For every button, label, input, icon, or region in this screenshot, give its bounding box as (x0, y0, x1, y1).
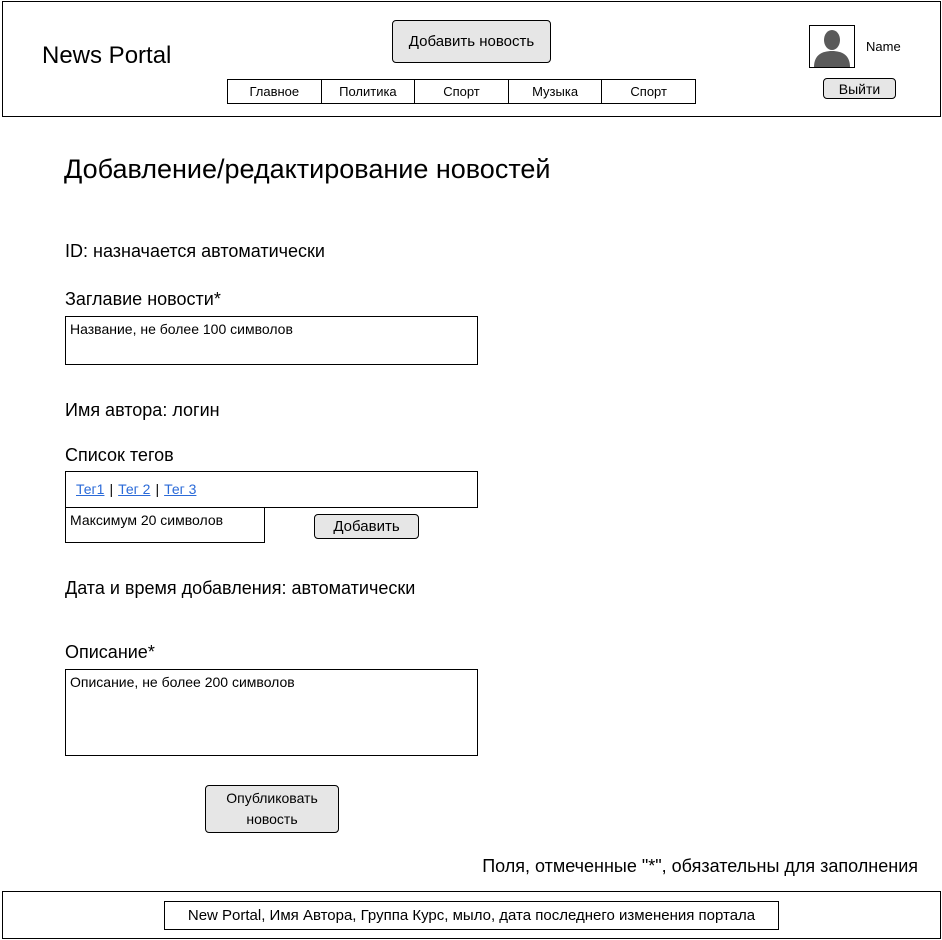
required-fields-note: Поля, отмеченные "*", обязательны для за… (482, 856, 918, 876)
nav-item-sport[interactable]: Спорт (415, 80, 509, 103)
title-input[interactable]: Название, не более 100 символов (65, 316, 478, 365)
user-avatar-icon[interactable] (809, 25, 855, 68)
add-tag-button[interactable]: Добавить (314, 514, 419, 539)
tag-link-3[interactable]: Тег 3 (164, 481, 196, 497)
author-label: Имя автора: логин (65, 400, 220, 420)
tags-list: Тег1 | Тег 2 | Тег 3 (65, 471, 478, 508)
tag-link-1[interactable]: Тег1 (76, 481, 104, 497)
footer-text: New Portal, Имя Автора, Группа Курс, мыл… (164, 901, 779, 930)
tag-link-2[interactable]: Тег 2 (118, 481, 150, 497)
description-label: Описание* (65, 642, 155, 662)
title-label: Заглавие новости* (65, 289, 221, 309)
page-title: Добавление/редактирование новостей (64, 154, 551, 184)
nav-item-sport-2[interactable]: Спорт (602, 80, 695, 103)
site-logo[interactable]: News Portal (42, 42, 171, 70)
nav-item-main[interactable]: Главное (228, 80, 322, 103)
tag-input[interactable]: Максимум 20 символов (65, 507, 265, 543)
logout-button[interactable]: Выйти (823, 78, 896, 99)
add-news-button[interactable]: Добавить новость (392, 20, 551, 63)
id-label: ID: назначается автоматически (65, 241, 325, 261)
publish-button-line2: новость (246, 811, 298, 827)
tag-separator: | (109, 481, 114, 497)
main-nav: Главное Политика Спорт Музыка Спорт (227, 79, 696, 104)
publish-button[interactable]: Опубликовать новость (205, 785, 339, 833)
tag-separator: | (155, 481, 160, 497)
date-label: Дата и время добавления: автоматически (65, 578, 416, 598)
tags-label: Список тегов (65, 445, 174, 465)
nav-item-politics[interactable]: Политика (322, 80, 416, 103)
description-input[interactable]: Описание, не более 200 символов (65, 669, 478, 756)
avatar-silhouette (810, 26, 854, 67)
publish-button-line1: Опубликовать (226, 790, 318, 806)
nav-item-music[interactable]: Музыка (509, 80, 603, 103)
user-name: Name (866, 39, 901, 54)
